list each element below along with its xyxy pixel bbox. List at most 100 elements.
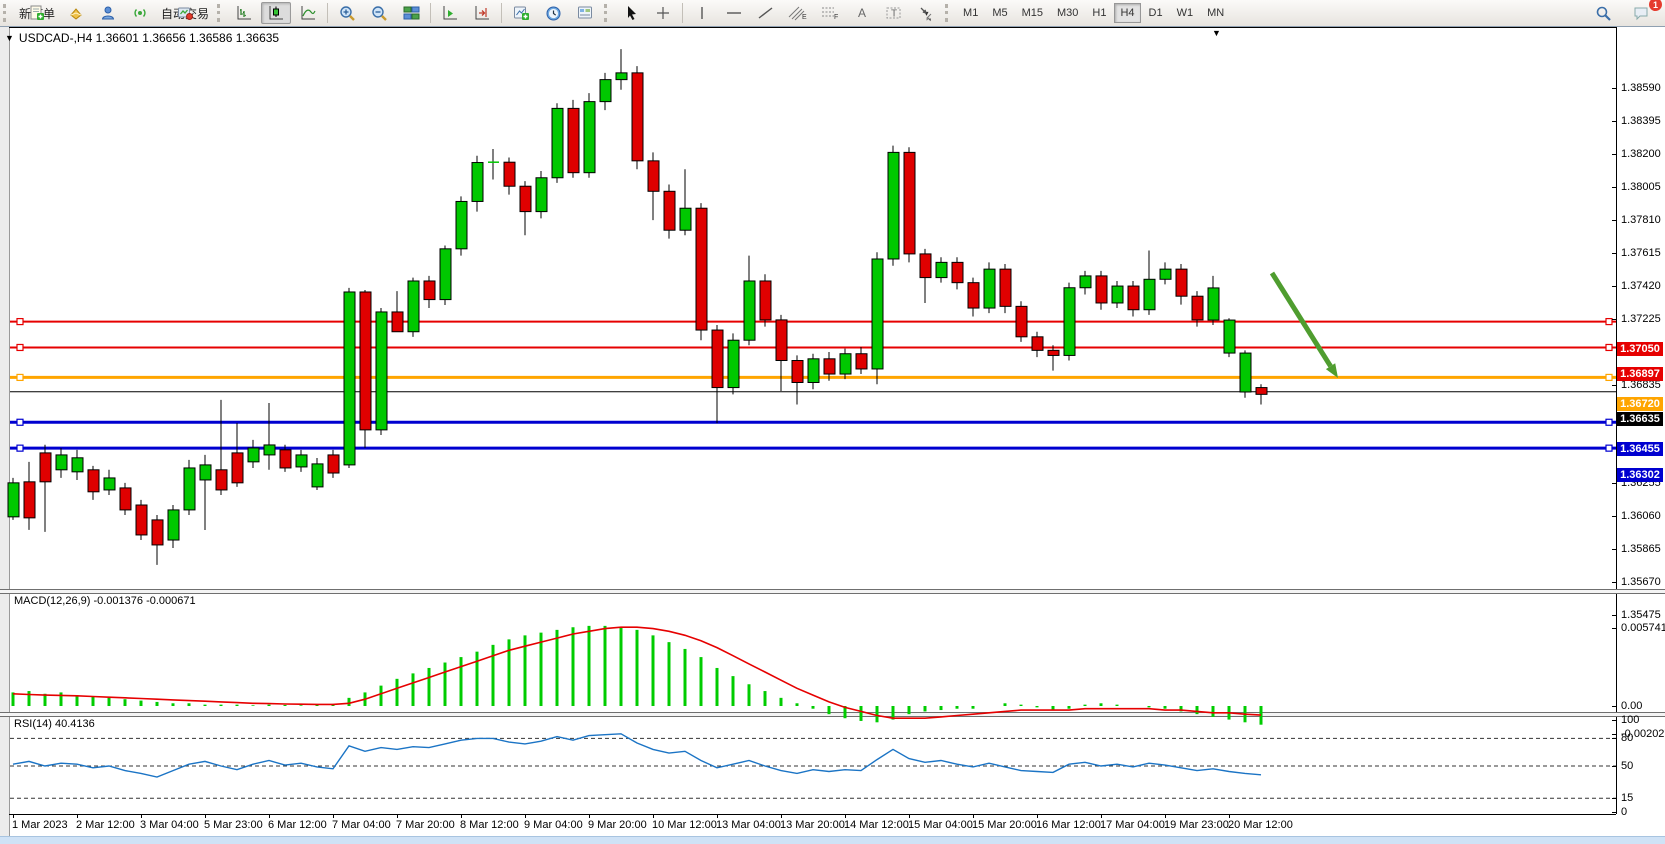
timeframe-h4[interactable]: H4 [1114, 3, 1140, 23]
timeframe-m5[interactable]: M5 [986, 3, 1013, 23]
candle-body[interactable] [728, 340, 739, 387]
candle-body[interactable] [600, 80, 611, 102]
candle-body[interactable] [1096, 276, 1107, 303]
hline-handle[interactable] [1606, 445, 1612, 451]
candle-body[interactable] [280, 450, 291, 468]
candle-body[interactable] [1208, 288, 1219, 320]
candle-body[interactable] [776, 320, 787, 361]
timeframe-m1[interactable]: M1 [957, 3, 984, 23]
candle-body[interactable] [264, 445, 275, 455]
candle-body[interactable] [424, 281, 435, 300]
candle-body[interactable] [40, 453, 51, 482]
candle-body[interactable] [504, 162, 515, 186]
hline-handle[interactable] [17, 419, 23, 425]
timeframe-m30[interactable]: M30 [1051, 3, 1084, 23]
candle-body[interactable] [392, 312, 403, 332]
candle-body[interactable] [200, 465, 211, 480]
candle-body[interactable] [1112, 286, 1123, 303]
candle-body[interactable] [872, 259, 883, 369]
bar-chart-button[interactable] [229, 2, 259, 24]
vertical-line-button[interactable] [687, 2, 717, 24]
line-chart-button[interactable] [293, 2, 323, 24]
candle-body[interactable] [136, 505, 147, 535]
channel-button[interactable]: E [783, 2, 813, 24]
candle-body[interactable] [1192, 296, 1203, 320]
candle-body[interactable] [1032, 337, 1043, 351]
autotrading-button[interactable]: 自动交易 [157, 2, 213, 24]
candle-body[interactable] [696, 208, 707, 330]
zoom-in-button[interactable] [332, 2, 362, 24]
crosshair-button[interactable] [648, 2, 678, 24]
candle-body[interactable] [792, 361, 803, 383]
rsi-pane[interactable] [10, 715, 1616, 814]
candle-body[interactable] [936, 262, 947, 277]
candle-body[interactable] [1160, 269, 1171, 279]
candle-body[interactable] [1224, 320, 1235, 353]
candle-body[interactable] [360, 292, 371, 430]
candlestick-chart-button[interactable] [261, 2, 291, 24]
candle-body[interactable] [968, 283, 979, 308]
trend-arrow[interactable] [1272, 273, 1331, 366]
candle-body[interactable] [248, 448, 259, 462]
candle-body[interactable] [1256, 388, 1267, 395]
candle-body[interactable] [744, 281, 755, 340]
candle-body[interactable] [1080, 276, 1091, 288]
search-button[interactable] [1588, 2, 1618, 24]
hline-handle[interactable] [1606, 374, 1612, 380]
candle-body[interactable] [232, 453, 243, 483]
hline-handle[interactable] [17, 445, 23, 451]
candle-body[interactable] [72, 458, 83, 472]
candle-body[interactable] [312, 464, 323, 487]
hline-handle[interactable] [17, 374, 23, 380]
candle-body[interactable] [184, 468, 195, 510]
macd-pane[interactable] [10, 592, 1616, 712]
arrows-button[interactable]: ▾ [911, 2, 941, 24]
candle-body[interactable] [440, 249, 451, 300]
candle-body[interactable] [1240, 353, 1251, 392]
candle-body[interactable] [24, 482, 35, 518]
timeframe-mn[interactable]: MN [1201, 3, 1230, 23]
candle-body[interactable] [56, 455, 67, 470]
candle-body[interactable] [648, 161, 659, 191]
candle-body[interactable] [1128, 286, 1139, 310]
candle-body[interactable] [616, 73, 627, 80]
candle-body[interactable] [296, 455, 307, 467]
timeframe-w1[interactable]: W1 [1171, 3, 1200, 23]
candle-body[interactable] [632, 73, 643, 161]
candle-body[interactable] [568, 108, 579, 172]
candle-body[interactable] [712, 330, 723, 388]
candle-body[interactable] [680, 208, 691, 230]
candle-body[interactable] [104, 478, 115, 490]
hline-handle[interactable] [1606, 344, 1612, 350]
candle-body[interactable] [824, 359, 835, 374]
candle-body[interactable] [520, 186, 531, 211]
toolbar-grip[interactable] [604, 4, 612, 22]
candle-body[interactable] [808, 359, 819, 383]
candle-body[interactable] [840, 354, 851, 374]
toolbar-grip[interactable] [217, 4, 225, 22]
auto-scroll-button[interactable] [435, 2, 465, 24]
tile-windows-button[interactable] [396, 2, 426, 24]
trendline-button[interactable] [751, 2, 781, 24]
candle-body[interactable] [904, 152, 915, 254]
candle-body[interactable] [328, 455, 339, 473]
community-button[interactable] [93, 2, 123, 24]
signals-button[interactable] [125, 2, 155, 24]
candle-body[interactable] [88, 470, 99, 492]
timeframe-h1[interactable]: H1 [1086, 3, 1112, 23]
new-order-button[interactable]: 新订单 [15, 2, 59, 24]
hline-handle[interactable] [1606, 419, 1612, 425]
cursor-button[interactable] [616, 2, 646, 24]
candle-body[interactable] [120, 488, 131, 510]
horizontal-line-button[interactable] [719, 2, 749, 24]
zoom-out-button[interactable] [364, 2, 394, 24]
price-chart-pane[interactable] [10, 28, 1616, 589]
candle-body[interactable] [456, 201, 467, 248]
candle-body[interactable] [472, 163, 483, 202]
market-gold-button[interactable] [61, 2, 91, 24]
hline-handle[interactable] [17, 319, 23, 325]
candle-body[interactable] [168, 510, 179, 540]
candle-body[interactable] [216, 470, 227, 490]
candle-body[interactable] [1048, 350, 1059, 355]
notifications-button[interactable]: 1 [1626, 2, 1656, 24]
